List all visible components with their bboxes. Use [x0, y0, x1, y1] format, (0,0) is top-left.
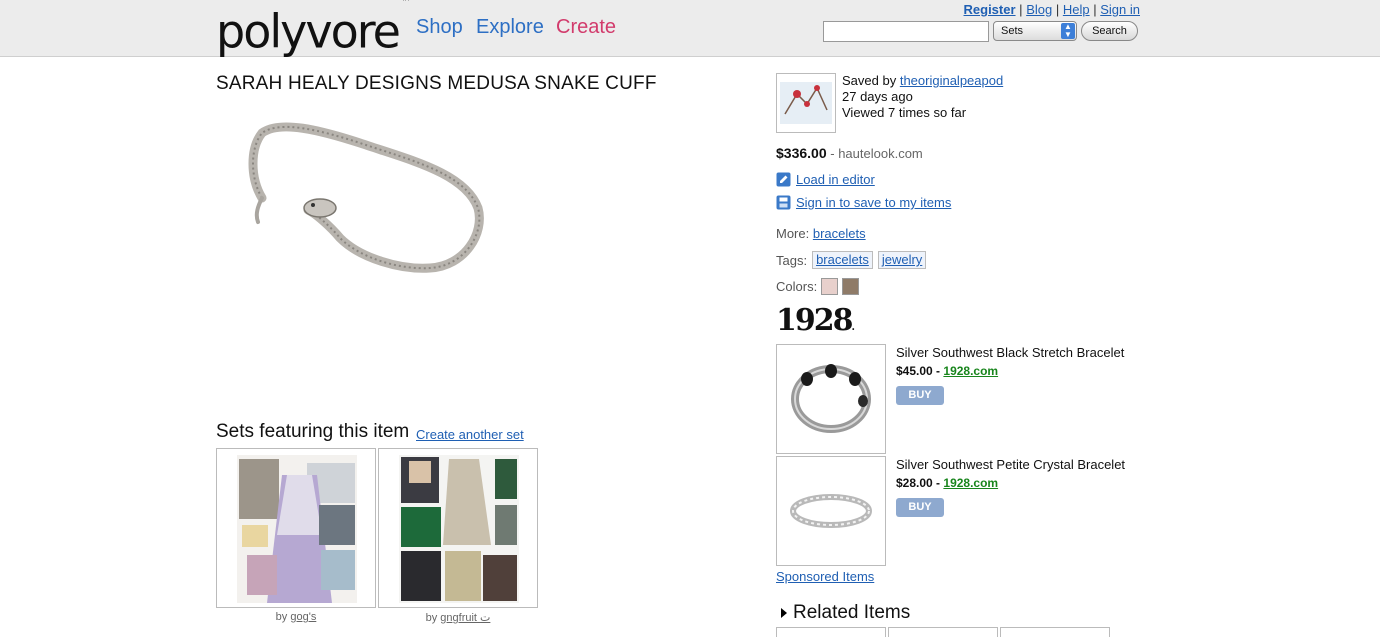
nav-create[interactable]: Create	[556, 16, 616, 38]
search-type-select[interactable]: Sets ▲ ▼	[993, 21, 1077, 41]
item-image[interactable]	[240, 118, 490, 278]
set-collage-image	[237, 455, 357, 603]
expand-triangle-icon	[781, 608, 787, 618]
sign-in-link[interactable]: Sign in	[1100, 2, 1140, 17]
blog-link[interactable]: Blog	[1026, 2, 1052, 17]
save-item-action[interactable]: Sign in to save to my items	[776, 195, 951, 210]
select-arrows-icon: ▲ ▼	[1061, 23, 1075, 39]
saver-user-link[interactable]: theoriginalpeapod	[900, 73, 1003, 88]
saved-info: Saved by theoriginalpeapod 27 days ago V…	[842, 73, 1004, 120]
set-thumbnail[interactable]	[216, 448, 376, 608]
nav-explore[interactable]: Explore	[476, 16, 544, 38]
set-author: by gngfruit ت	[425, 612, 491, 624]
register-link[interactable]: Register	[964, 2, 1016, 17]
product-image	[791, 364, 871, 433]
buy-button[interactable]: BUY	[896, 386, 944, 405]
buy-button[interactable]: BUY	[896, 498, 944, 517]
related-items-toggle[interactable]: Related Items	[781, 602, 910, 624]
set-thumbnail[interactable]	[378, 448, 538, 608]
product-thumbnail[interactable]	[776, 344, 886, 454]
account-links: Register | Blog | Help | Sign in	[963, 2, 1140, 17]
color-swatch[interactable]	[821, 278, 839, 295]
product-image	[790, 494, 872, 528]
item-price: $336.00	[776, 145, 827, 161]
product-store-link[interactable]: 1928.com	[943, 364, 998, 378]
related-item-thumbnail[interactable]	[1000, 627, 1110, 637]
sets-heading: Sets featuring this item	[216, 421, 410, 442]
colors-row: Colors:	[776, 278, 860, 295]
polyvore-logo[interactable]: polyvore™	[216, 0, 411, 56]
pencil-icon	[776, 172, 791, 187]
sponsored-items-link[interactable]: Sponsored Items	[776, 569, 874, 584]
price-source[interactable]: hautelook.com	[838, 146, 923, 161]
save-disk-icon	[776, 195, 791, 210]
view-count: Viewed 7 times so far	[842, 105, 967, 120]
top-header: polyvore™ Shop Explore Create Register |…	[0, 0, 1380, 57]
more-bracelets-link[interactable]: bracelets	[813, 226, 866, 241]
set-author-link[interactable]: gog's	[290, 611, 316, 623]
product-price: $28.00 - 1928.com	[896, 476, 999, 490]
set-collage-image	[399, 455, 519, 603]
tag-jewelry[interactable]: jewelry	[877, 251, 927, 269]
search-button[interactable]: Search	[1081, 21, 1138, 41]
product-store-link[interactable]: 1928.com	[943, 476, 998, 490]
brand-1928-logo[interactable]: 1928.	[776, 306, 856, 343]
set-author: by gog's	[275, 611, 317, 623]
nav-shop[interactable]: Shop	[416, 16, 463, 38]
tags-row: Tags: bracelets jewelry	[776, 251, 927, 269]
load-in-editor-action[interactable]: Load in editor	[776, 172, 875, 187]
sign-in-to-save-link[interactable]: Sign in to save to my items	[796, 195, 951, 210]
set-author-link[interactable]: gngfruit ت	[440, 612, 490, 624]
related-item-thumbnail[interactable]	[776, 627, 886, 637]
search-input[interactable]	[823, 21, 989, 42]
tag-bracelets[interactable]: bracelets	[812, 251, 873, 269]
saver-set-thumbnail[interactable]	[776, 73, 836, 133]
product-name[interactable]: Silver Southwest Black Stretch Bracelet	[896, 345, 1124, 360]
color-swatch[interactable]	[842, 278, 860, 295]
saved-date: 27 days ago	[842, 89, 913, 104]
product-thumbnail[interactable]	[776, 456, 886, 566]
related-item-thumbnail[interactable]	[888, 627, 998, 637]
product-name[interactable]: Silver Southwest Petite Crystal Bracelet	[896, 457, 1125, 472]
product-price: $45.00 - 1928.com	[896, 364, 999, 378]
price-row: $336.00 - hautelook.com	[776, 145, 923, 161]
saver-thumb-image	[780, 82, 832, 124]
create-another-set-link[interactable]: Create another set	[416, 427, 524, 442]
item-title: SARAH HEALY DESIGNS MEDUSA SNAKE CUFF	[216, 73, 657, 94]
more-row: More: bracelets	[776, 226, 866, 241]
load-in-editor-link[interactable]: Load in editor	[796, 172, 875, 187]
help-link[interactable]: Help	[1063, 2, 1090, 17]
